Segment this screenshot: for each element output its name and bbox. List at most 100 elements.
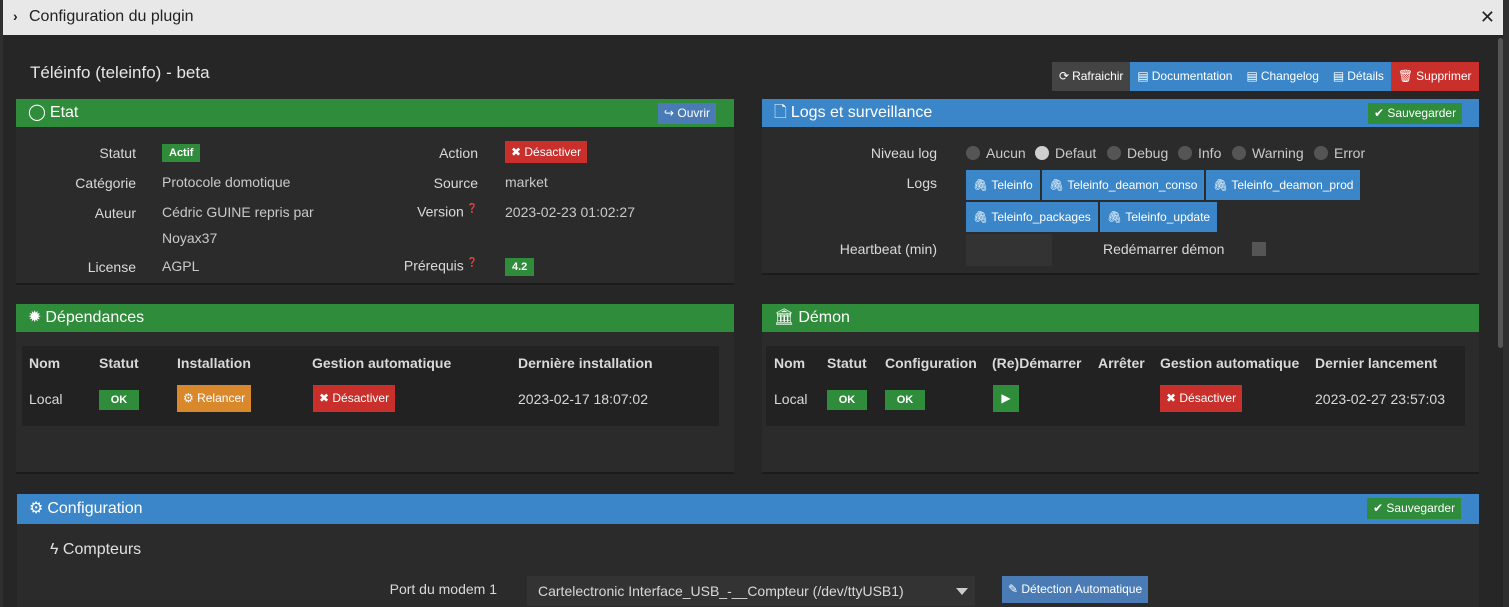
logs-panel: 🗋 Logs et surveillance ✔ Sauvegarder Nive… [762,99,1479,275]
auteur-label: Auteur [94,205,136,221]
refresh-button[interactable]: ⟳ Rafraichir [1052,62,1131,91]
auteur-value-2: Noyax37 [162,230,218,246]
col-statut: Statut [827,355,867,371]
radio-debug[interactable]: Debug [1107,145,1168,161]
categorie-label: Catégorie [75,175,136,191]
dependances-header: ✹ Dépendances [16,304,734,332]
radio-aucun[interactable]: Aucun [966,145,1026,161]
source-label: Source [433,175,478,191]
compteurs-section-title: ϟ Compteurs [50,541,142,558]
paperclip-icon: 🖇 [973,210,992,224]
question-icon[interactable]: ❓ [467,257,478,267]
book-icon: ▤ [1246,69,1258,83]
categorie-value: Protocole domotique [162,174,291,190]
col-configuration: Configuration [885,355,977,371]
source-value: market [505,174,548,190]
statut-badge: Actif [162,144,201,162]
demon-panel: 🏛 Démon Nom Statut Configuration (Re)Déma… [762,304,1479,474]
modal-title: Configuration du plugin [29,8,194,25]
demon-dernier: 2023-02-27 23:57:03 [1315,391,1445,407]
log-deamon-prod-button[interactable]: 🖇 Teleinfo_deamon_prod [1206,170,1361,200]
play-icon: ▶ [1001,391,1011,405]
log-update-button[interactable]: 🖇 Teleinfo_update [1100,202,1218,232]
disable-plugin-button[interactable]: ✖ Désactiver [505,141,588,163]
port-modem-label: Port du modem 1 [389,581,497,597]
auteur-value: Cédric GUINE repris par [162,204,314,220]
col-gestion: Gestion automatique [1160,355,1300,371]
log-packages-button[interactable]: 🖇 Teleinfo_packages [966,202,1098,232]
demon-disable-auto-button[interactable]: ✖ Désactiver [1160,385,1243,412]
dep-derniere: 2023-02-17 18:07:02 [518,391,648,407]
heartbeat-input[interactable] [966,234,1052,266]
col-redemarrer: (Re)Démarrer [992,355,1082,371]
radio-defaut[interactable]: Defaut [1035,145,1096,161]
gear-icon: ✹ [28,309,42,326]
col-derniere: Dernière installation [518,355,653,371]
logs-save-button[interactable]: ✔ Sauvegarder [1368,103,1463,124]
heartbeat-label: Heartbeat (min) [839,241,937,257]
configuration-header: ⚙ Configuration [17,494,1479,524]
start-daemon-button[interactable]: ▶ [993,385,1019,412]
documentation-button[interactable]: ▤ Documentation [1130,62,1240,91]
question-icon[interactable]: ❓ [467,203,478,213]
etat-panel: ◯ Etat ↪ Ouvrir Statut Actif Catégorie Pr… [16,99,734,285]
refresh-icon: ⟳ [1059,69,1070,83]
paperclip-icon: 🖇 [973,178,992,192]
col-nom: Nom [774,355,806,371]
version-label: Version ❓ [417,203,478,220]
license-value: AGPL [162,258,200,274]
scrollbar[interactable] [1498,38,1503,348]
plugin-toolbar: ⟳ Rafraichir ▤ Documentation ▤ Changelog ▤ D… [1052,62,1479,91]
version-value: 2023-02-23 01:02:27 [505,204,635,220]
radio-info[interactable]: Info [1178,145,1221,161]
dep-disable-auto-button[interactable]: ✖ Désactiver [313,385,396,412]
action-label: Action [439,145,478,161]
restart-daemon-checkbox[interactable] [1252,242,1266,256]
trash-icon: 🗑 [1397,69,1414,83]
modal-titlebar: › Configuration du plugin ✕ [3,0,1503,35]
configuration-panel: ⚙ Configuration ✔ Sauvegarder ϟ Compteurs… [17,494,1479,607]
auto-detect-button[interactable]: ✎ Détection Automatique [1002,576,1149,603]
dep-nom: Local [29,391,63,407]
plugin-config-modal: › Configuration du plugin ✕ Téléinfo (te… [3,0,1503,607]
delete-button[interactable]: 🗑 Supprimer [1390,62,1479,91]
spinner-icon: ◯ [28,104,46,121]
etat-header: ◯ Etat [16,99,734,127]
paperclip-icon: 🖇 [1049,178,1068,192]
log-teleinfo-button[interactable]: 🖇 Teleinfo [966,170,1040,200]
license-label: License [87,259,136,275]
book-icon: ▤ [1332,69,1345,83]
details-button[interactable]: ▤ Détails [1325,62,1391,91]
port-modem-select[interactable]: Cartelectronic Interface_USB_-__Compteur… [527,576,975,606]
gears-icon: ⚙ [29,500,44,517]
x-icon: ✖ [511,145,525,159]
prerequis-badge: 4.2 [505,258,535,276]
relaunch-install-button[interactable]: ⚙ Relancer [177,385,252,412]
demon-nom: Local [774,391,808,407]
close-icon[interactable]: ✕ [1480,7,1495,28]
plugin-title: Téléinfo (teleinfo) - beta [30,63,210,82]
magic-wand-icon: ✎ [1008,582,1022,596]
niveau-log-label: Niveau log [870,145,937,161]
log-deamon-conso-button[interactable]: 🖇 Teleinfo_deamon_conso [1042,170,1205,200]
demon-statut-badge: OK [827,390,867,410]
share-icon: ↪ [664,106,678,120]
x-icon: ✖ [1166,391,1180,405]
bank-icon: 🏛 [774,309,795,326]
col-installation: Installation [177,355,251,371]
col-gestion: Gestion automatique [312,355,452,371]
changelog-button[interactable]: ▤ Changelog [1239,62,1326,91]
caret-down-icon [956,588,968,595]
col-nom: Nom [29,355,61,371]
file-icon: 🗋 [774,104,787,121]
logs-label: Logs [906,175,937,191]
chevron-right-icon[interactable]: › [13,8,18,24]
x-icon: ✖ [319,391,333,405]
demon-config-badge: OK [885,390,925,410]
open-button[interactable]: ↪ Ouvrir [658,103,717,124]
config-save-button[interactable]: ✔ Sauvegarder [1367,498,1462,519]
check-circle-icon: ✔ [1374,106,1388,120]
radio-error[interactable]: Error [1314,145,1365,161]
radio-warning[interactable]: Warning [1232,145,1304,161]
paperclip-icon: 🖇 [1107,210,1126,224]
